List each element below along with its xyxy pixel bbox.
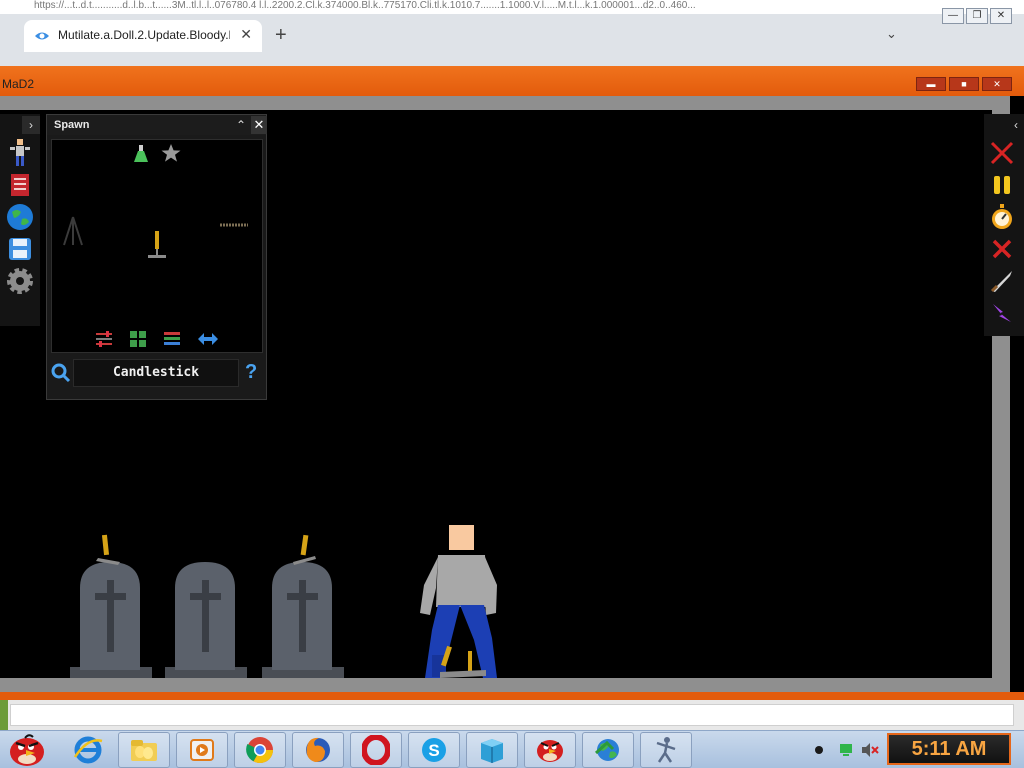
firefox-icon[interactable]	[292, 732, 344, 768]
delete-all-icon[interactable]	[986, 138, 1018, 168]
collapse-icon[interactable]: ⌃	[233, 116, 249, 134]
delete-icon[interactable]	[986, 234, 1018, 264]
close-button[interactable]: ✕	[990, 8, 1012, 24]
tray-dot-icon[interactable]	[815, 746, 823, 754]
angry-birds-icon[interactable]	[524, 732, 576, 768]
site-logo-icon	[35, 32, 49, 40]
tombstone[interactable]	[70, 562, 152, 678]
candlestick[interactable]	[96, 534, 120, 565]
ragdoll[interactable]	[420, 525, 497, 678]
right-toolbar-toggle[interactable]: ‹	[1008, 116, 1024, 134]
minimize-button[interactable]: —	[942, 8, 964, 24]
spawn-search-row: Candlestick ?	[47, 357, 266, 391]
volume-muted-icon[interactable]	[862, 743, 879, 757]
pause-icon[interactable]	[986, 170, 1018, 200]
timer-icon[interactable]	[986, 202, 1018, 232]
media-player-icon[interactable]	[176, 732, 228, 768]
ragdoll-icon[interactable]	[4, 138, 36, 168]
new-tab-button[interactable]: +	[275, 24, 287, 47]
grid-icon[interactable]	[128, 330, 148, 348]
spawn-item-grid	[51, 139, 263, 353]
swap-arrows-icon[interactable]	[196, 330, 220, 348]
app-window-controls: ▬ ■ ✕	[916, 77, 1012, 91]
tripod-icon[interactable]	[60, 214, 86, 248]
file-explorer-icon[interactable]	[118, 732, 170, 768]
taskbar: S	[0, 730, 1024, 768]
window-controls: — ❐ ✕	[942, 8, 1012, 24]
tombstone[interactable]	[165, 562, 247, 678]
spawn-panel: Spawn ⌃ ✕ Candlestick ?	[46, 114, 267, 400]
candlestick[interactable]	[293, 534, 316, 565]
tab-search-button[interactable]: ⌄	[886, 26, 897, 42]
app-title-bar: MaD2	[0, 66, 1024, 96]
angry-birds-start-icon[interactable]	[2, 732, 52, 768]
internet-explorer-icon[interactable]	[62, 732, 114, 768]
search-icon[interactable]	[51, 363, 71, 383]
potion-icon[interactable]	[132, 144, 150, 164]
help-icon[interactable]: ?	[245, 361, 257, 384]
app-minimize-button[interactable]: ▬	[916, 77, 946, 91]
skype-icon[interactable]: S	[408, 732, 460, 768]
knife-icon[interactable]	[986, 266, 1018, 296]
frame-bottom-bar	[0, 692, 1024, 700]
network-status-icon[interactable]	[840, 744, 852, 756]
star-icon[interactable]	[160, 142, 182, 164]
list-icon[interactable]	[162, 330, 182, 348]
spawn-panel-header[interactable]: Spawn ⌃ ✕	[47, 115, 267, 135]
spawn-panel-title: Spawn	[54, 119, 90, 131]
box-app-icon[interactable]	[466, 732, 518, 768]
taskbar-clock[interactable]: 5:11 AM	[887, 733, 1011, 765]
tab-title: Mutilate.a.Doll.2.Update.Bloody.M	[58, 28, 230, 42]
chrome-icon[interactable]	[234, 732, 286, 768]
globe-icon[interactable]	[4, 202, 36, 232]
candlestick-icon[interactable]	[144, 228, 170, 262]
tombstone[interactable]	[262, 562, 344, 678]
lightning-icon[interactable]	[986, 298, 1018, 328]
maximize-button[interactable]: ❐	[966, 8, 988, 24]
network-globe-icon[interactable]	[582, 732, 634, 768]
status-bar	[0, 700, 1024, 730]
right-toolbar: ‹	[984, 114, 1024, 336]
browser-tab[interactable]: Mutilate.a.Doll.2.Update.Bloody.M ✕	[24, 20, 262, 52]
app-close-button[interactable]: ✕	[982, 77, 1012, 91]
opera-icon[interactable]	[350, 732, 402, 768]
address-bar[interactable]: https://...t..d.t...........d..l.b...t..…	[0, 0, 1024, 14]
book-icon[interactable]	[4, 170, 36, 200]
status-field	[10, 704, 1014, 726]
gear-icon[interactable]	[4, 266, 36, 296]
system-tray	[810, 739, 880, 761]
tab-close-icon[interactable]: ✕	[240, 26, 252, 43]
svg-text:S: S	[428, 741, 439, 760]
app-title: MaD2	[2, 77, 35, 91]
save-icon[interactable]	[4, 234, 36, 264]
sliders-icon[interactable]	[94, 330, 114, 348]
status-indicator	[0, 700, 8, 730]
left-toolbar-toggle[interactable]: ›	[22, 116, 40, 134]
close-icon[interactable]: ✕	[251, 116, 267, 134]
chain-icon[interactable]	[218, 220, 250, 230]
dancer-app-icon[interactable]	[640, 732, 692, 768]
selected-item-name[interactable]: Candlestick	[73, 359, 239, 387]
app-maximize-button[interactable]: ■	[949, 77, 979, 91]
left-toolbar: ›	[0, 114, 40, 326]
